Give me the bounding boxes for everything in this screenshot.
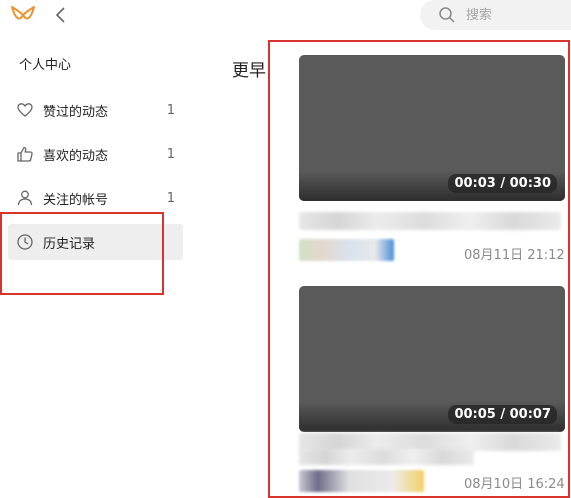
section-title: 更早 <box>232 61 266 81</box>
sidebar-item-label: 关注的帐号 <box>43 192 109 208</box>
author-redacted[interactable] <box>299 470 424 492</box>
sidebar-item-count: 1 <box>166 190 175 206</box>
highlight-box-sidebar <box>0 212 164 295</box>
video-date: 08月10日 16:24 <box>464 477 565 492</box>
video-duration: 00:03 / 00:30 <box>448 174 557 193</box>
sidebar-item-followed-accounts[interactable]: 关注的帐号 1 <box>8 180 183 216</box>
video-title-redacted[interactable] <box>299 212 561 230</box>
user-icon <box>17 190 33 206</box>
sidebar-item-label: 赞过的动态 <box>43 104 109 120</box>
sidebar-title: 个人中心 <box>19 58 72 73</box>
sidebar-item-count: 1 <box>166 146 175 162</box>
author-redacted[interactable] <box>299 239 394 261</box>
history-page: 个人中心 赞过的动态 1 喜欢的动态 1 关注的帐号 1 历史记录 更早 <box>0 0 571 498</box>
sidebar-item-count: 1 <box>166 102 175 118</box>
sidebar-item-favorite-posts[interactable]: 喜欢的动态 1 <box>8 136 183 172</box>
search-icon <box>439 7 455 23</box>
thumbs-up-icon <box>17 146 33 162</box>
heart-icon <box>17 103 33 117</box>
video-thumbnail[interactable]: 00:05 / 00:07 <box>299 286 565 432</box>
back-chevron-icon[interactable] <box>52 4 70 26</box>
video-title-redacted[interactable] <box>299 449 474 465</box>
sidebar-item-liked-posts[interactable]: 赞过的动态 1 <box>8 92 183 128</box>
sidebar-item-label: 喜欢的动态 <box>43 148 109 164</box>
video-date: 08月11日 21:12 <box>464 248 565 263</box>
search-box[interactable] <box>420 0 571 30</box>
video-thumbnail[interactable]: 00:03 / 00:30 <box>299 55 565 201</box>
search-input[interactable] <box>464 6 568 24</box>
app-logo[interactable] <box>10 4 36 26</box>
video-duration: 00:05 / 00:07 <box>448 405 557 424</box>
